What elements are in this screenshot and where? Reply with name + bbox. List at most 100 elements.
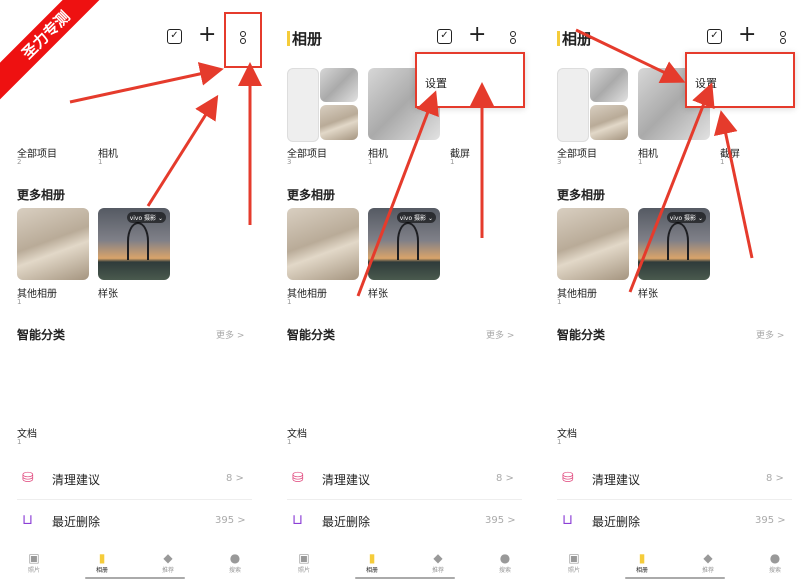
deleted-count: 395 > — [215, 515, 246, 526]
smart-title: 智能分类 — [17, 328, 66, 342]
smart-title: 智能分类 — [287, 328, 336, 342]
album-sample-thumb[interactable]: vivo 摄影 ⌄ — [638, 208, 710, 280]
docs-count: 1 — [17, 438, 22, 446]
broom-icon: ⛁ — [292, 470, 304, 486]
trash-icon: ⊔ — [562, 512, 573, 528]
album-other-count: 1 — [17, 298, 22, 306]
divider — [17, 499, 252, 500]
album-sample-label[interactable]: 样张 — [638, 285, 658, 300]
album-sample-thumb[interactable]: vivo 摄影 ⌄ — [98, 208, 170, 280]
album-other-label[interactable]: 其他相册 — [557, 285, 597, 300]
page-title: 相册 — [287, 28, 322, 49]
add-icon[interactable]: + — [468, 22, 486, 47]
nav-recommend[interactable]: ◆ 推荐 — [698, 551, 718, 574]
nav-photos[interactable]: ▣ 照片 — [294, 551, 314, 574]
more-albums-title: 更多相册 — [17, 188, 66, 202]
smart-more-link[interactable]: 更多 > — [486, 328, 514, 341]
add-icon[interactable]: + — [738, 22, 756, 47]
album-all-thumb-2[interactable] — [590, 68, 628, 102]
album-all-thumb-3[interactable] — [590, 105, 628, 140]
album-all-label[interactable]: 全部项目 — [557, 145, 597, 160]
deleted-count: 395 > — [755, 515, 786, 526]
divider — [557, 499, 792, 500]
more-menu-icon[interactable] — [780, 30, 786, 45]
album-icon: ▮ — [368, 551, 376, 565]
album-all-thumb-3[interactable] — [320, 105, 358, 140]
more-albums-title: 更多相册 — [557, 188, 606, 202]
smart-more-link[interactable]: 更多 > — [756, 328, 784, 341]
album-all-thumb[interactable] — [557, 68, 589, 142]
album-screenshot-count: 1 — [450, 158, 455, 166]
album-other-label[interactable]: 其他相册 — [287, 285, 327, 300]
highlight-box — [224, 12, 262, 68]
select-icon[interactable]: ✓ — [707, 29, 722, 44]
screen-1: 圣力专测 ✓ + 全部项目 2 相机 1 更多相册 vivo 摄影 ⌄ 其他相册… — [0, 0, 270, 580]
nav-albums[interactable]: ▮ 相册 — [632, 551, 652, 574]
album-other-label[interactable]: 其他相册 — [17, 285, 57, 300]
search-icon: ● — [229, 551, 241, 565]
clean-label[interactable]: 清理建议 — [52, 471, 100, 488]
deleted-count: 395 > — [485, 515, 516, 526]
more-albums-title: 更多相册 — [287, 188, 336, 202]
album-all-label[interactable]: 全部项目 — [287, 145, 327, 160]
broom-icon: ⛁ — [22, 470, 34, 486]
album-other-count: 1 — [287, 298, 292, 306]
nav-search[interactable]: ● 搜索 — [495, 551, 515, 574]
nav-recommend[interactable]: ◆ 推荐 — [158, 551, 178, 574]
nav-recommend[interactable]: ◆ 推荐 — [428, 551, 448, 574]
clean-count: 8 > — [766, 473, 784, 484]
clean-count: 8 > — [496, 473, 514, 484]
test-ribbon: 圣力专测 — [0, 0, 112, 101]
clean-label[interactable]: 清理建议 — [592, 471, 640, 488]
vivo-badge: vivo 摄影 ⌄ — [396, 212, 436, 223]
album-all-label[interactable]: 全部项目 — [17, 145, 57, 160]
smart-more-link[interactable]: 更多 > — [216, 328, 244, 341]
home-indicator — [85, 577, 185, 579]
album-icon: ▮ — [638, 551, 646, 565]
nav-search[interactable]: ● 搜索 — [225, 551, 245, 574]
home-indicator — [355, 577, 455, 579]
album-other-count: 1 — [557, 298, 562, 306]
album-screenshot-count: 1 — [720, 158, 725, 166]
vivo-badge: vivo 摄影 ⌄ — [666, 212, 706, 223]
deleted-label[interactable]: 最近删除 — [322, 513, 370, 530]
album-all-count: 2 — [17, 158, 22, 166]
album-sample-label[interactable]: 样张 — [98, 285, 118, 300]
album-other-thumb[interactable] — [557, 208, 629, 280]
broom-icon: ⛁ — [562, 470, 574, 486]
docs-count: 1 — [557, 438, 562, 446]
album-all-count: 3 — [557, 158, 562, 166]
album-camera-count: 1 — [368, 158, 373, 166]
trash-icon: ⊔ — [22, 512, 33, 528]
deleted-label[interactable]: 最近删除 — [52, 513, 100, 530]
search-icon: ● — [499, 551, 511, 565]
nav-photos[interactable]: ▣ 照片 — [24, 551, 44, 574]
clean-count: 8 > — [226, 473, 244, 484]
nav-albums[interactable]: ▮ 相册 — [92, 551, 112, 574]
nav-photos[interactable]: ▣ 照片 — [564, 551, 584, 574]
album-all-thumb-2[interactable] — [320, 68, 358, 102]
select-icon[interactable]: ✓ — [437, 29, 452, 44]
diamond-icon: ◆ — [433, 551, 443, 565]
screen-3: 相册 ✓ + 全部项目 3 相机 1 截屏 1 更多相册 vivo 摄影 ⌄ 其… — [540, 0, 809, 580]
album-sample-label[interactable]: 样张 — [368, 285, 388, 300]
album-sample-thumb[interactable]: vivo 摄影 ⌄ — [368, 208, 440, 280]
nav-search[interactable]: ● 搜索 — [765, 551, 785, 574]
highlight-box — [415, 52, 525, 108]
album-other-thumb[interactable] — [17, 208, 89, 280]
album-other-thumb[interactable] — [287, 208, 359, 280]
add-icon[interactable]: + — [198, 22, 216, 47]
album-icon: ▮ — [98, 551, 106, 565]
clean-label[interactable]: 清理建议 — [322, 471, 370, 488]
nav-albums[interactable]: ▮ 相册 — [362, 551, 382, 574]
more-menu-icon[interactable] — [510, 30, 516, 45]
album-all-thumb[interactable] — [287, 68, 319, 142]
screen-2: 相册 ✓ + 全部项目 3 相机 1 截屏 1 更多相册 vivo 摄影 ⌄ 其… — [270, 0, 540, 580]
highlight-box — [685, 52, 795, 108]
vivo-badge: vivo 摄影 ⌄ — [126, 212, 166, 223]
diamond-icon: ◆ — [163, 551, 173, 565]
photo-icon: ▣ — [298, 551, 310, 565]
deleted-label[interactable]: 最近删除 — [592, 513, 640, 530]
select-icon[interactable]: ✓ — [167, 29, 182, 44]
smart-title: 智能分类 — [557, 328, 606, 342]
